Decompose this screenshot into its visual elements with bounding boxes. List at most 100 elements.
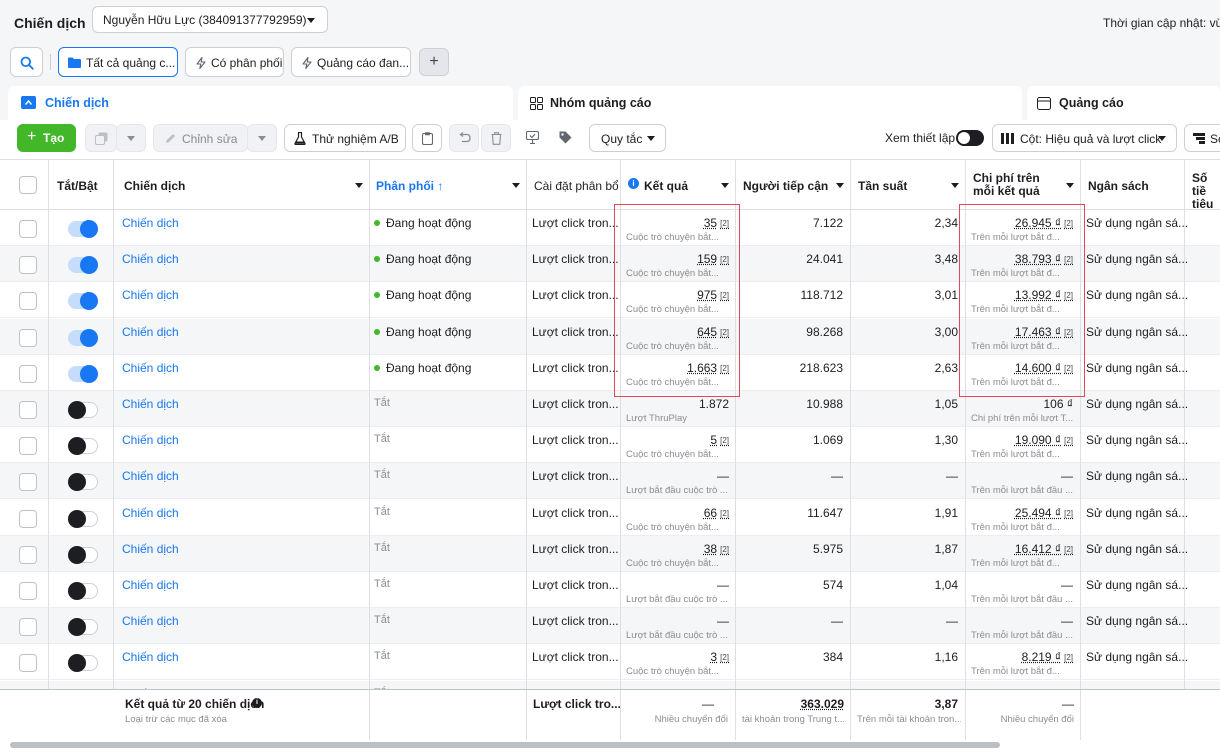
- campaign-toggle[interactable]: [68, 220, 98, 238]
- rules-button[interactable]: Quy tắc: [589, 124, 666, 152]
- campaign-name-link[interactable]: Chiến dịch: [122, 578, 179, 592]
- filter-chip-delivering[interactable]: Có phân phối: [185, 47, 284, 77]
- campaign-name-link[interactable]: Chiến dịch: [122, 433, 179, 447]
- cost-per-result-value[interactable]: 17.463 ₫ [2]: [1015, 325, 1073, 339]
- cost-per-result-value[interactable]: 26.945 ₫ [2]: [1015, 216, 1073, 230]
- edit-button[interactable]: Chỉnh sửa: [153, 124, 248, 152]
- campaign-name-link[interactable]: Chiến dịch: [122, 361, 179, 375]
- columns-button[interactable]: Cột: Hiệu quả và lượt click: [992, 124, 1177, 152]
- table-row[interactable]: Chiến dịch Đang hoạt động Lượt click tron.…: [0, 246, 1220, 283]
- cost-per-result-value[interactable]: 106 ₫: [1043, 397, 1073, 411]
- results-value[interactable]: 5 [2]: [710, 433, 729, 447]
- table-row[interactable]: Chiến dịch Tắt Lượt click tron... — Lượt bắt…: [0, 608, 1220, 645]
- filter-chip-active-ads[interactable]: Quảng cáo đan...: [291, 47, 411, 77]
- campaign-name-link[interactable]: Chiến dịch: [122, 325, 179, 339]
- col-bid-strategy[interactable]: Cài đặt phân bổ: [526, 160, 620, 210]
- duplicate-menu-button[interactable]: [116, 124, 146, 152]
- preview-button[interactable]: [518, 124, 548, 152]
- results-value[interactable]: —: [717, 469, 729, 483]
- row-checkbox[interactable]: [19, 220, 37, 238]
- results-value[interactable]: 1.663 [2]: [687, 361, 729, 375]
- undo-button[interactable]: [449, 124, 479, 152]
- results-value[interactable]: 66 [2]: [704, 506, 729, 520]
- cost-per-result-value[interactable]: 19.090 ₫ [2]: [1015, 433, 1073, 447]
- campaign-toggle[interactable]: [68, 545, 98, 564]
- cost-per-result-value[interactable]: 16.412 ₫ [2]: [1015, 542, 1073, 556]
- tab-campaigns[interactable]: Chiến dịch: [8, 86, 513, 120]
- add-filter-button[interactable]: +: [419, 48, 449, 76]
- results-value[interactable]: —: [717, 578, 729, 592]
- campaign-name-link[interactable]: Chiến dịch: [122, 252, 179, 266]
- table-row[interactable]: Chiến dịch Tắt Lượt click tron... 3 [2] Cuộc …: [0, 644, 1220, 681]
- clipboard-button[interactable]: [412, 124, 442, 152]
- horizontal-scrollbar[interactable]: [10, 742, 1000, 748]
- campaign-name-link[interactable]: Chiến dịch: [122, 288, 179, 302]
- edit-menu-button[interactable]: [247, 124, 277, 152]
- cost-per-result-value[interactable]: —: [1061, 614, 1073, 628]
- row-checkbox[interactable]: [19, 654, 37, 673]
- search-button[interactable]: [10, 47, 43, 77]
- results-value[interactable]: 35 [2]: [704, 216, 729, 230]
- campaign-name-link[interactable]: Chiến dịch: [122, 542, 179, 556]
- campaign-toggle[interactable]: [68, 328, 98, 347]
- campaign-name-link[interactable]: Chiến dịch: [122, 650, 179, 664]
- cost-per-result-value[interactable]: 38.793 ₫ [2]: [1015, 252, 1073, 266]
- campaign-name-link[interactable]: Chiến dịch: [122, 506, 179, 520]
- table-row[interactable]: Chiến dịch Tắt Lượt click tron... — Lượt bắt…: [0, 463, 1220, 500]
- campaign-name-link[interactable]: Chiến dịch: [122, 469, 179, 483]
- row-checkbox[interactable]: [19, 545, 37, 564]
- campaign-toggle[interactable]: [68, 582, 98, 600]
- results-value[interactable]: 1.872: [699, 397, 729, 411]
- tab-adsets[interactable]: Nhóm quảng cáo: [518, 86, 1022, 120]
- cost-per-result-value[interactable]: —: [1061, 469, 1073, 483]
- campaign-toggle[interactable]: [68, 256, 98, 275]
- row-checkbox[interactable]: [19, 292, 37, 311]
- table-row[interactable]: Chiến dịch Đang hoạt động Lượt click tron.…: [0, 210, 1220, 246]
- filter-chip-all-ads[interactable]: Tất cả quảng c...: [58, 47, 178, 77]
- view-setup-toggle[interactable]: [956, 130, 984, 146]
- tag-button[interactable]: [551, 124, 581, 152]
- results-value[interactable]: 975 [2]: [697, 288, 729, 302]
- col-reach[interactable]: Người tiếp cận: [735, 160, 850, 210]
- row-checkbox[interactable]: [19, 473, 37, 492]
- col-results[interactable]: i Kết quả: [620, 160, 735, 210]
- col-delivery[interactable]: Phân phối ↑: [369, 160, 526, 210]
- campaign-toggle[interactable]: [68, 654, 98, 673]
- table-row[interactable]: Chiến dịch Tắt Lượt click tron... 38 [2] Cuộc…: [0, 535, 1220, 572]
- campaign-toggle[interactable]: [68, 618, 98, 637]
- col-budget[interactable]: Ngân sách: [1080, 160, 1184, 210]
- cost-per-result-value[interactable]: 14.600 ₫ [2]: [1015, 361, 1073, 375]
- table-row[interactable]: Chiến dịchTắtLượt click tron...6871,45Sử…: [0, 680, 1220, 689]
- table-row[interactable]: Chiến dịch Đang hoạt động Lượt click tron.…: [0, 282, 1220, 319]
- col-cost-per-result[interactable]: Chi phí trên mỗi kết quả: [965, 160, 1080, 210]
- results-value[interactable]: 159 [2]: [697, 252, 729, 266]
- duplicate-button[interactable]: [85, 124, 117, 152]
- table-row[interactable]: Chiến dịch Tắt Lượt click tron... 1.872 Lượt…: [0, 391, 1220, 427]
- account-select[interactable]: Nguyễn Hữu Lực (384091377792959): [92, 6, 328, 33]
- row-checkbox[interactable]: [19, 509, 37, 528]
- campaign-toggle[interactable]: [68, 401, 98, 419]
- results-value[interactable]: 645 [2]: [697, 325, 729, 339]
- cost-per-result-value[interactable]: 13.992 ₫ [2]: [1015, 288, 1073, 302]
- row-checkbox[interactable]: [19, 437, 37, 456]
- table-row[interactable]: Chiến dịch Tắt Lượt click tron... 5 [2] Cuộc …: [0, 427, 1220, 464]
- cost-per-result-value[interactable]: 25.494 ₫ [2]: [1015, 506, 1073, 520]
- results-value[interactable]: 3 [2]: [710, 650, 729, 664]
- row-checkbox[interactable]: [19, 618, 37, 637]
- row-checkbox[interactable]: [19, 328, 37, 347]
- campaign-toggle[interactable]: [68, 509, 98, 528]
- row-checkbox[interactable]: [19, 401, 37, 419]
- campaign-name-link[interactable]: Chiến dịch: [122, 216, 179, 230]
- ab-test-button[interactable]: Thử nghiệm A/B: [284, 124, 406, 152]
- table-row[interactable]: Chiến dịch Tắt Lượt click tron... — Lượt bắt…: [0, 572, 1220, 608]
- results-value[interactable]: —: [717, 614, 729, 628]
- campaign-toggle[interactable]: [68, 292, 98, 311]
- col-campaign[interactable]: Chiến dịch: [113, 160, 369, 210]
- cost-per-result-value[interactable]: 8.219 ₫ [2]: [1022, 650, 1073, 664]
- delete-button[interactable]: [481, 124, 511, 152]
- campaign-name-link[interactable]: Chiến dịch: [122, 614, 179, 628]
- col-onoff[interactable]: Tắt/Bật: [48, 160, 113, 210]
- row-checkbox[interactable]: [19, 256, 37, 275]
- tab-ads[interactable]: Quảng cáo: [1027, 86, 1220, 120]
- campaign-name-link[interactable]: Chiến dịch: [122, 397, 179, 411]
